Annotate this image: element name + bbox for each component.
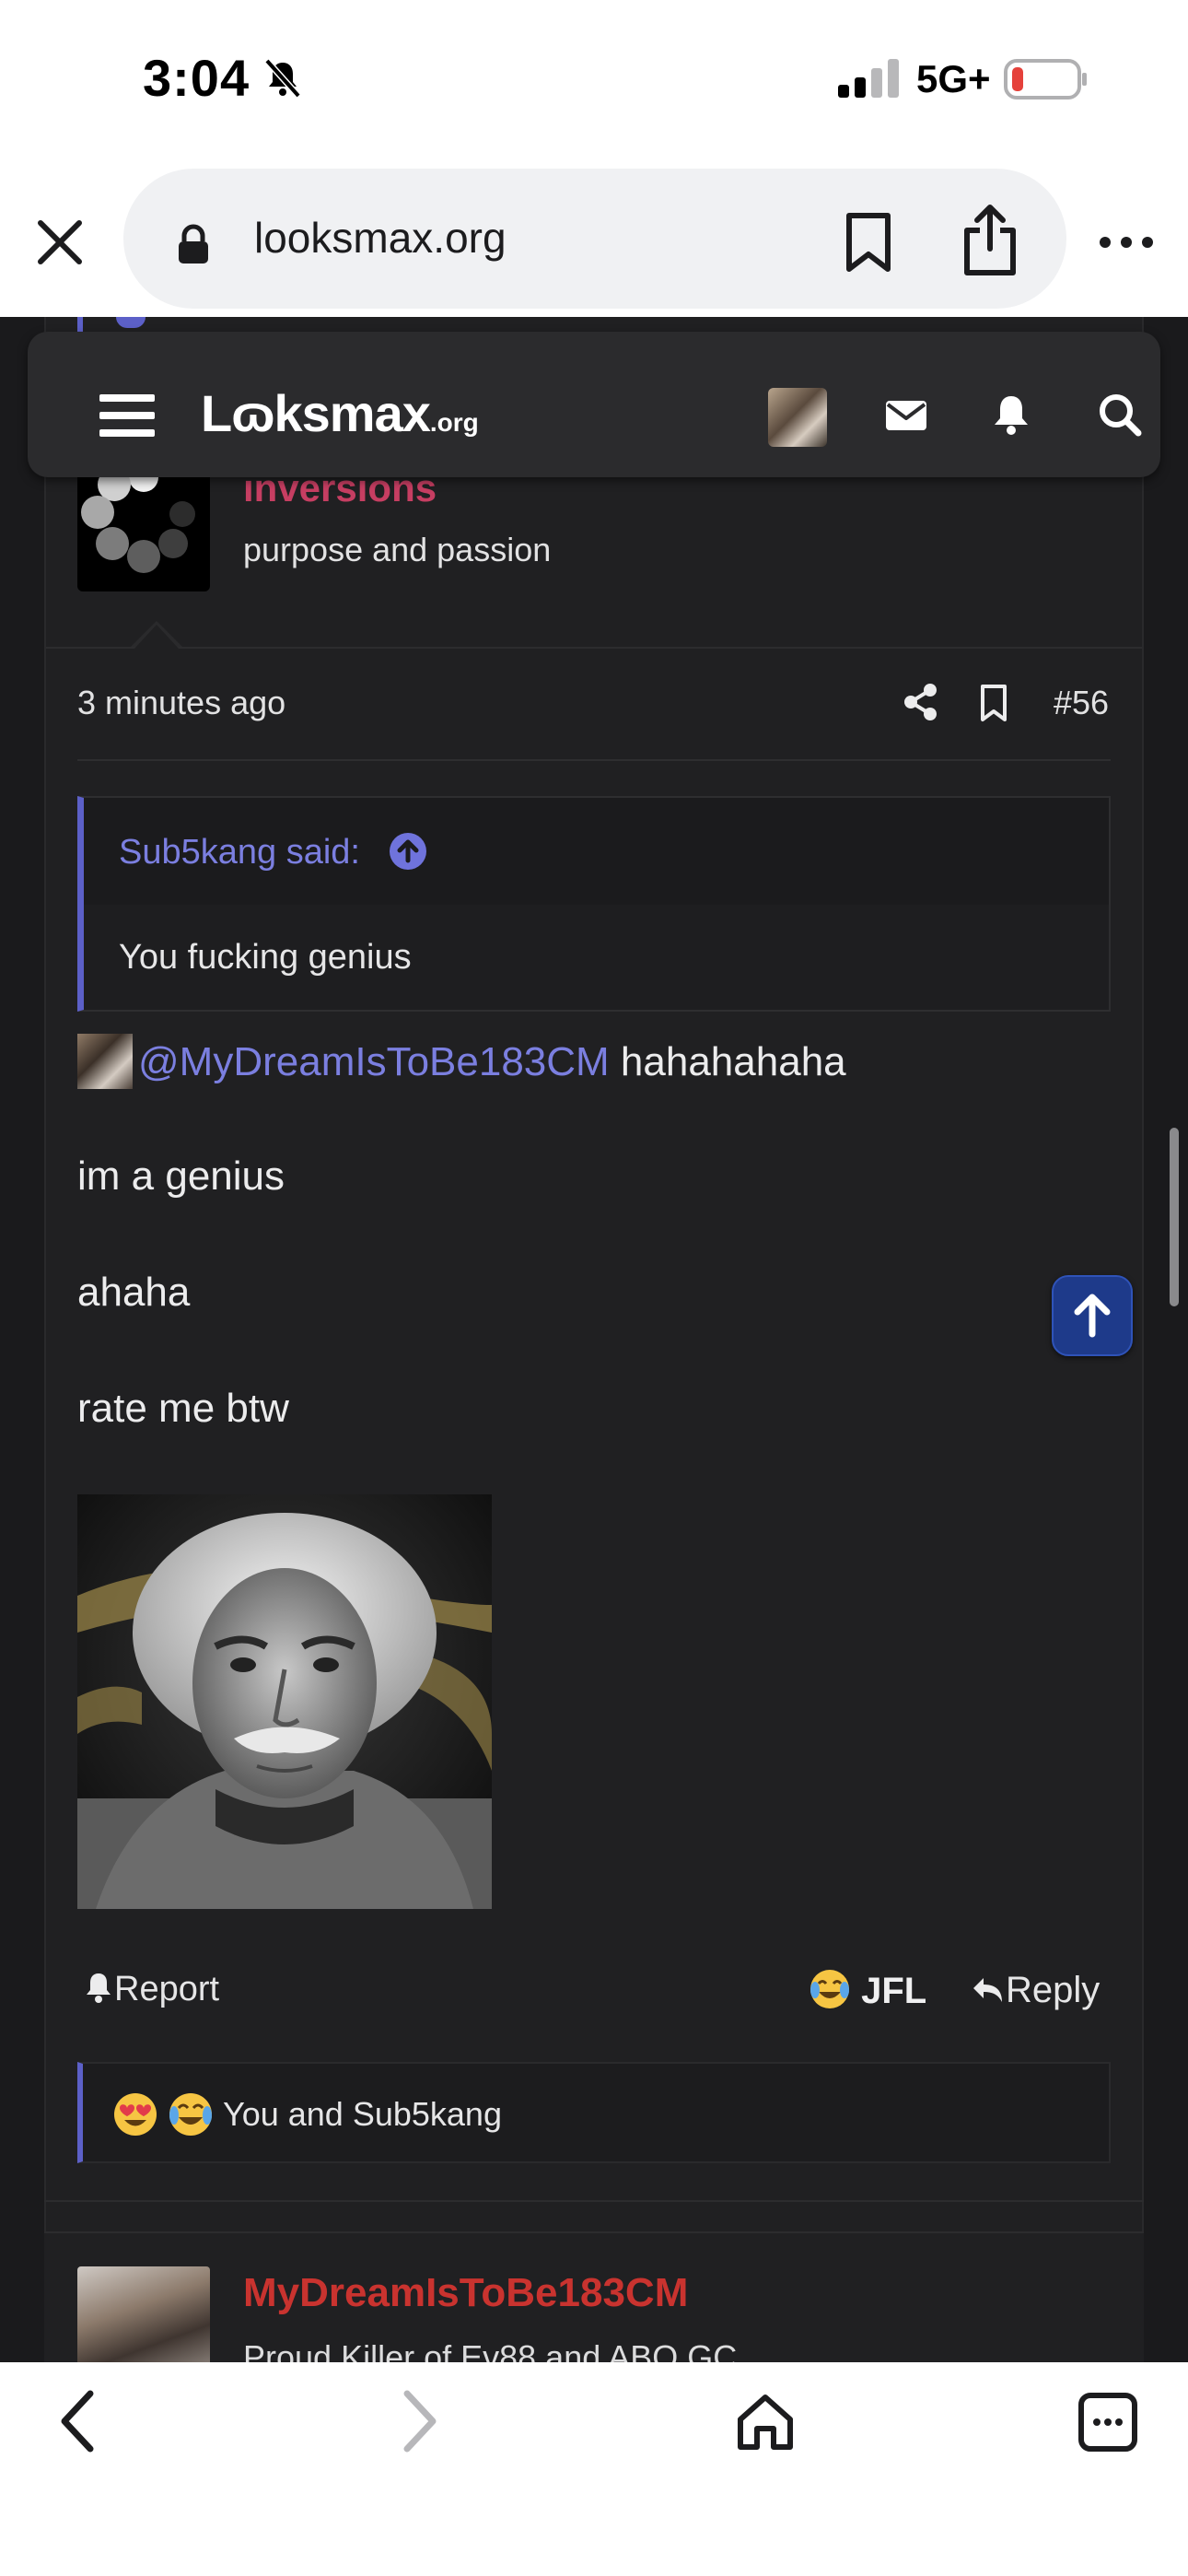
author-title: purpose and passion	[243, 531, 552, 568]
share-icon[interactable]	[960, 203, 1020, 278]
battery-icon	[1004, 59, 1087, 100]
report-label: Report	[114, 1970, 220, 2008]
more-icon[interactable]	[1096, 214, 1157, 271]
quote-text: You fucking genius	[119, 938, 412, 977]
network-type: 5G+	[916, 57, 991, 100]
mail-icon[interactable]	[884, 399, 928, 432]
logo-suffix: .org	[429, 408, 479, 437]
crying-laughing-emoji-icon	[810, 1970, 849, 2008]
next-author-title: Proud Killer of Ev88 and ABO GC	[243, 2338, 738, 2362]
crying-laughing-emoji-icon	[169, 2093, 212, 2136]
arrow-up-circle-icon[interactable]	[388, 831, 428, 872]
bell-icon[interactable]	[991, 392, 1031, 437]
post-timestamp[interactable]: 3 minutes ago	[77, 684, 285, 722]
post-text-line: ahaha	[77, 1270, 191, 1315]
bell-slash-icon	[264, 58, 301, 99]
report-button[interactable]: Report	[83, 1970, 219, 2009]
url-text[interactable]: looksmax.org	[254, 213, 507, 263]
divider	[44, 2200, 1144, 2202]
reply-button[interactable]: Reply	[971, 1970, 1100, 2011]
post-card	[44, 317, 1144, 2362]
status-bar: 3:04 5G+	[0, 0, 1188, 162]
cell-signal-icon	[838, 59, 899, 98]
next-author-avatar[interactable]	[77, 2266, 210, 2362]
quote-header: Sub5kang said:	[84, 798, 1109, 905]
search-icon[interactable]	[1098, 392, 1142, 437]
reactions-text[interactable]: You and Sub5kang	[223, 2095, 502, 2134]
bookmark-icon[interactable]	[840, 210, 897, 275]
next-author-name[interactable]: MyDreamIsToBe183CM	[243, 2270, 688, 2316]
jfl-label: JFL	[861, 1971, 927, 2011]
author-avatar[interactable]	[77, 464, 210, 591]
avatar[interactable]	[768, 388, 827, 447]
post-text-line: rate me btw	[77, 1386, 289, 1431]
page-content: inversions purpose and passion 3 minutes…	[0, 317, 1188, 2362]
lock-icon	[179, 224, 208, 263]
post-text-line: im a genius	[77, 1153, 285, 1199]
menu-icon[interactable]	[99, 392, 155, 439]
bookmark-icon[interactable]	[978, 684, 1009, 722]
reply-arrow-icon	[973, 1978, 1002, 2002]
tabs-icon[interactable]	[1077, 2392, 1138, 2453]
reply-label: Reply	[1006, 1970, 1101, 2010]
browser-toolbar	[0, 2362, 1188, 2576]
jfl-reaction-button[interactable]: JFL	[809, 1968, 926, 2012]
mention-line: @MyDreamIsToBe183CM hahahahaha	[138, 1039, 846, 1085]
home-icon[interactable]	[735, 2392, 796, 2453]
mention-avatar[interactable]	[77, 1034, 133, 1089]
quote-block: Sub5kang said: You fucking genius	[77, 796, 1111, 1012]
forward-icon[interactable]	[396, 2388, 442, 2454]
arrow-up-icon	[1074, 1294, 1111, 1338]
heart-eyes-emoji-icon	[114, 2093, 157, 2136]
divider	[46, 647, 1142, 649]
logo-text: Lɷksmax	[201, 384, 431, 442]
site-logo[interactable]: Lɷksmax.org	[201, 383, 479, 443]
scrollbar[interactable]	[1170, 1128, 1179, 1306]
status-time: 3:04	[143, 49, 250, 107]
scroll-to-top-button[interactable]	[1052, 1275, 1133, 1356]
share-icon[interactable]	[903, 682, 939, 722]
post-number[interactable]: #56	[1054, 684, 1109, 722]
mention-link[interactable]: @MyDreamIsToBe183CM	[138, 1039, 610, 1084]
bell-icon	[87, 1973, 111, 2003]
site-header: Lɷksmax.org	[28, 332, 1160, 477]
quote-author[interactable]: Sub5kang said:	[119, 833, 360, 872]
back-icon[interactable]	[55, 2388, 101, 2454]
post-image[interactable]	[77, 1494, 492, 1909]
author-pointer-fill	[134, 625, 179, 649]
divider	[77, 759, 1111, 761]
reactions-summary[interactable]: You and Sub5kang	[77, 2062, 1111, 2163]
post-text: hahahahaha	[609, 1039, 846, 1084]
close-icon[interactable]	[28, 210, 92, 275]
